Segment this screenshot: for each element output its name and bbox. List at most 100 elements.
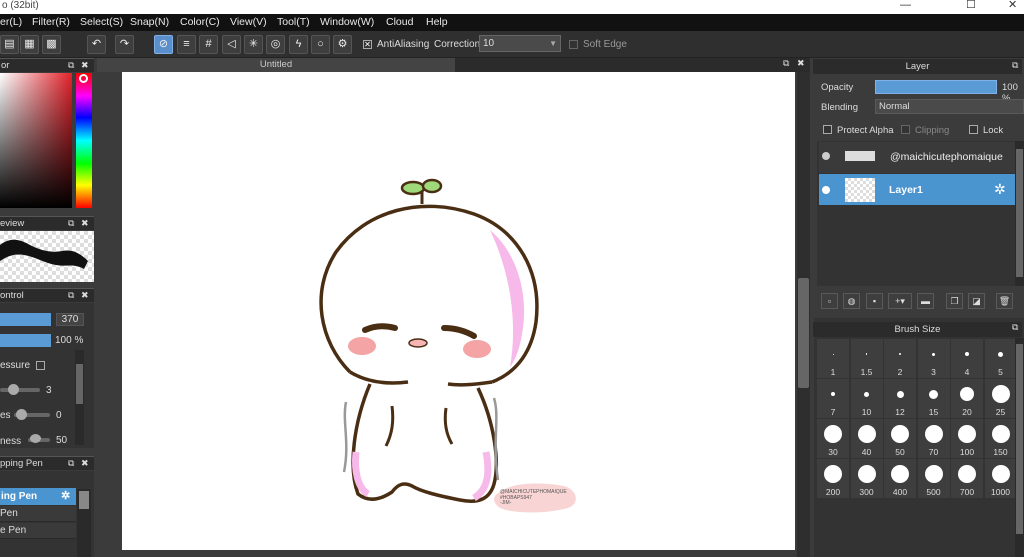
layer-scrollbar[interactable]: [1015, 141, 1024, 286]
popout-icon[interactable]: ⧉: [1012, 322, 1018, 333]
close-icon[interactable]: ✖: [81, 457, 89, 470]
menu-snap[interactable]: Snap(N): [130, 16, 169, 29]
menu-window[interactable]: Window(W): [320, 16, 374, 29]
radial-snap-icon[interactable]: ✳: [244, 35, 263, 54]
brush-size-option[interactable]: 70: [917, 419, 950, 458]
drawing-canvas[interactable]: @MAICHICUTEPHOMAIQUE #HOBAPS947 -JIM-: [122, 72, 795, 550]
curve-snap-icon[interactable]: ϟ: [289, 35, 308, 54]
brush-size-option[interactable]: 1: [817, 339, 849, 378]
layer-opacity-slider[interactable]: [875, 80, 997, 94]
menu-help[interactable]: Help: [426, 16, 448, 29]
new-file-icon[interactable]: ▤: [0, 35, 19, 54]
brush-size-option[interactable]: 5: [984, 339, 1017, 378]
menu-view[interactable]: View(V): [230, 16, 267, 29]
canvas-scroll-thumb[interactable]: [798, 278, 809, 388]
brush-size-option[interactable]: 200: [817, 459, 849, 498]
canvas-tab[interactable]: Untitled: [97, 58, 455, 72]
brush-size-option[interactable]: 12: [884, 379, 916, 418]
layer-row-selected[interactable]: Layer1 ✲: [819, 174, 1015, 206]
brush-size-option[interactable]: 100: [951, 419, 983, 458]
brush-size-scrollbar[interactable]: [1015, 338, 1024, 557]
size-slider[interactable]: [0, 313, 51, 326]
close-icon[interactable]: ✖: [797, 58, 805, 69]
slider-handle-2[interactable]: [16, 409, 27, 420]
vanishing-snap-icon[interactable]: ◁: [222, 35, 241, 54]
clipping-checkbox[interactable]: [901, 125, 910, 134]
size-value[interactable]: 370: [56, 313, 84, 326]
open-file-icon[interactable]: ▦: [20, 35, 39, 54]
brush-size-option[interactable]: 15: [917, 379, 950, 418]
slider-handle-1[interactable]: [8, 384, 19, 395]
hue-handle[interactable]: [79, 74, 88, 83]
correction-select[interactable]: 10 ▼: [479, 35, 561, 52]
blending-select[interactable]: Normal: [875, 99, 1024, 114]
control-scrollbar[interactable]: [75, 350, 84, 445]
brush-size-option[interactable]: 7: [817, 379, 849, 418]
brush-size-option[interactable]: 30: [817, 419, 849, 458]
close-button[interactable]: ✕: [1008, 0, 1017, 11]
parallel-snap-icon[interactable]: ≡: [177, 35, 196, 54]
brush-item[interactable]: e Pen: [0, 523, 76, 539]
maximize-button[interactable]: ☐: [966, 0, 976, 11]
new-folder-icon[interactable]: ▬: [917, 293, 934, 309]
layer-row[interactable]: @maichicutephomaique: [819, 142, 1015, 174]
merge-layer-icon[interactable]: ◪: [968, 293, 985, 309]
color-saturation-box[interactable]: [0, 73, 72, 208]
minimize-button[interactable]: —: [900, 0, 911, 11]
concentric-snap-icon[interactable]: ◎: [266, 35, 285, 54]
popout-icon[interactable]: ⧉: [68, 289, 74, 302]
undo-icon[interactable]: ↶: [87, 35, 106, 54]
grid-snap-icon[interactable]: #: [199, 35, 218, 54]
brush-size-option[interactable]: 2: [884, 339, 916, 378]
slider-track-1[interactable]: [0, 388, 40, 392]
popout-icon[interactable]: ⧉: [68, 217, 74, 230]
brush-size-option[interactable]: 1000: [984, 459, 1017, 498]
slider-handle-3[interactable]: [30, 434, 41, 443]
redo-icon[interactable]: ↷: [115, 35, 134, 54]
brush-size-option[interactable]: 20: [951, 379, 983, 418]
brush-size-option[interactable]: 500: [917, 459, 950, 498]
brush-size-option[interactable]: 1.5: [850, 339, 883, 378]
menu-color[interactable]: Color(C): [180, 16, 220, 29]
canvas-vertical-scrollbar[interactable]: [797, 72, 810, 557]
close-icon[interactable]: ✖: [81, 59, 89, 72]
new-halftone-layer-icon[interactable]: ◍: [843, 293, 860, 309]
opacity-slider[interactable]: [0, 334, 51, 347]
brush-size-option[interactable]: 300: [850, 459, 883, 498]
add-layer-menu-icon[interactable]: +▾: [888, 293, 912, 309]
gear-icon[interactable]: ✲: [994, 181, 1006, 198]
circle-snap-icon[interactable]: ○: [311, 35, 330, 54]
eye-icon[interactable]: [822, 186, 830, 194]
brush-size-option[interactable]: 50: [884, 419, 916, 458]
brush-size-option[interactable]: 10: [850, 379, 883, 418]
antialiasing-checkbox[interactable]: ✕: [363, 40, 372, 49]
menu-layer[interactable]: er(L): [0, 16, 22, 29]
close-icon[interactable]: ✖: [81, 217, 89, 230]
soft-edge-checkbox[interactable]: [569, 40, 578, 49]
duplicate-layer-icon[interactable]: ❐: [946, 293, 963, 309]
menu-filter[interactable]: Filter(R): [32, 16, 70, 29]
menu-select[interactable]: Select(S): [80, 16, 123, 29]
new-1bit-layer-icon[interactable]: ▪: [866, 293, 883, 309]
save-file-icon[interactable]: ▩: [42, 35, 61, 54]
menu-tool[interactable]: Tool(T): [277, 16, 310, 29]
close-icon[interactable]: ✖: [81, 289, 89, 302]
pressure-checkbox[interactable]: [36, 361, 45, 370]
brush-item-selected[interactable]: ing Pen ✲: [0, 488, 76, 505]
snap-off-icon[interactable]: ⊘: [154, 35, 173, 54]
menu-cloud[interactable]: Cloud: [386, 16, 413, 29]
popout-icon[interactable]: ⧉: [68, 59, 74, 72]
brush-scrollbar[interactable]: [77, 489, 91, 557]
protect-alpha-checkbox[interactable]: [823, 125, 832, 134]
brush-size-option[interactable]: 40: [850, 419, 883, 458]
eye-icon[interactable]: [822, 152, 830, 160]
trash-icon[interactable]: 🗑: [996, 293, 1013, 309]
brush-size-option[interactable]: 25: [984, 379, 1017, 418]
brush-item[interactable]: Pen: [0, 506, 76, 522]
snap-settings-icon[interactable]: ⚙: [333, 35, 352, 54]
gear-icon[interactable]: ✲: [61, 488, 70, 505]
hue-slider[interactable]: [76, 73, 92, 208]
new-layer-icon[interactable]: ▫: [821, 293, 838, 309]
brush-size-option[interactable]: 3: [917, 339, 950, 378]
lock-checkbox[interactable]: [969, 125, 978, 134]
